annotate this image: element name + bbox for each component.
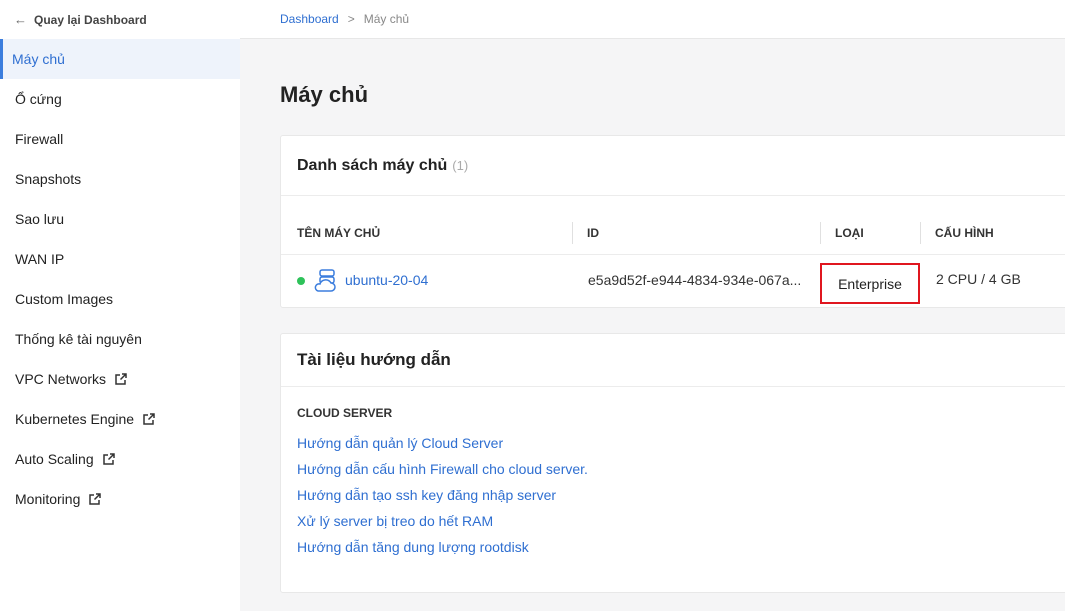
column-header-config[interactable]: CẤU HÌNH xyxy=(935,226,994,240)
column-divider xyxy=(572,222,573,244)
sidebar-item-label: Máy chủ xyxy=(12,51,65,67)
sidebar-item-servers[interactable]: Máy chủ xyxy=(0,39,240,79)
sidebar-item-label: Monitoring xyxy=(15,491,81,507)
external-link-icon xyxy=(115,373,127,385)
external-link-icon xyxy=(89,493,102,505)
sidebar-item-label: Firewall xyxy=(15,131,64,147)
sidebar-item-label: VPC Networks xyxy=(15,371,107,387)
external-link-icon xyxy=(143,413,155,425)
back-to-dashboard-link[interactable]: ← Quay lại Dashboard xyxy=(0,0,240,39)
sidebar-item-backups[interactable]: Sao lưu xyxy=(0,199,240,239)
breadcrumb-dashboard-link[interactable]: Dashboard xyxy=(280,12,339,26)
breadcrumb: Dashboard > Máy chủ xyxy=(240,0,1065,39)
sidebar-item-label: WAN IP xyxy=(15,251,65,267)
sidebar-item-label: Custom Images xyxy=(15,291,114,307)
docs-body: CLOUD SERVER Hướng dẫn quản lý Cloud Ser… xyxy=(281,387,1065,560)
sidebar-item-snapshots[interactable]: Snapshots xyxy=(0,159,240,199)
sidebar-item-monitoring[interactable]: Monitoring xyxy=(0,479,240,519)
docs-title: Tài liệu hướng dẫn xyxy=(281,334,1065,387)
server-count-badge: (1) xyxy=(452,158,469,173)
page-title: Máy chủ xyxy=(280,82,369,107)
sidebar-item-resource-stats[interactable]: Thống kê tài nguyên xyxy=(0,319,240,359)
cloud-server-icon xyxy=(314,269,336,292)
table-header: TÊN MÁY CHỦ ID LOẠI CẤU HÌNH xyxy=(281,196,1065,255)
breadcrumb-separator: > xyxy=(347,12,355,26)
arrow-left-icon: ← xyxy=(14,12,27,27)
sidebar-item-label: Sao lưu xyxy=(15,211,65,227)
sidebar-item-vpc-networks[interactable]: VPC Networks xyxy=(0,359,240,399)
back-link-label: Quay lại Dashboard xyxy=(34,12,147,27)
sidebar-item-custom-images[interactable]: Custom Images xyxy=(0,279,240,319)
column-header-type[interactable]: LOẠI xyxy=(835,226,864,240)
docs-section-heading: CLOUD SERVER xyxy=(297,406,393,420)
sidebar: ← Quay lại Dashboard Máy chủ Ổ cứng Fire… xyxy=(0,0,240,611)
sidebar-item-disks[interactable]: Ổ cứng xyxy=(0,79,240,119)
sidebar-item-kubernetes-engine[interactable]: Kubernetes Engine xyxy=(0,399,240,439)
server-config: 2 CPU / 4 GB xyxy=(936,271,1021,287)
sidebar-item-label: Snapshots xyxy=(15,171,82,187)
doc-link-firewall-config[interactable]: Hướng dẫn cấu hình Firewall cho cloud se… xyxy=(297,456,1063,482)
table-row[interactable]: ubuntu-20-04 e5a9d52f-e944-4834-934e-067… xyxy=(281,255,1065,307)
sidebar-item-label: Ổ cứng xyxy=(15,91,62,107)
doc-link-manage-cloud-server[interactable]: Hướng dẫn quản lý Cloud Server xyxy=(297,430,1063,456)
status-running-dot xyxy=(297,277,305,285)
server-list-header: Danh sách máy chủ (1) xyxy=(281,136,1065,196)
sidebar-item-label: Thống kê tài nguyên xyxy=(15,331,142,347)
doc-link-expand-rootdisk[interactable]: Hướng dẫn tăng dung lượng rootdisk xyxy=(297,534,1063,560)
external-link-icon xyxy=(102,453,115,465)
docs-card: Tài liệu hướng dẫn CLOUD SERVER Hướng dẫ… xyxy=(280,333,1065,593)
sidebar-item-wan-ip[interactable]: WAN IP xyxy=(0,239,240,279)
sidebar-item-auto-scaling[interactable]: Auto Scaling xyxy=(0,439,240,479)
sidebar-item-label: Auto Scaling xyxy=(15,451,94,467)
server-type: Enterprise xyxy=(838,275,902,292)
sidebar-item-label: Kubernetes Engine xyxy=(15,411,135,427)
server-list-title: Danh sách máy chủ xyxy=(297,156,448,174)
server-list-card: Danh sách máy chủ (1) TÊN MÁY CHỦ ID LOẠ… xyxy=(280,135,1065,308)
server-name-link[interactable]: ubuntu-20-04 xyxy=(345,272,428,288)
breadcrumb-current: Máy chủ xyxy=(363,12,410,26)
sidebar-item-firewall[interactable]: Firewall xyxy=(0,119,240,159)
server-type-cell: Enterprise xyxy=(820,263,920,304)
doc-link-ssh-key[interactable]: Hướng dẫn tạo ssh key đăng nhập server xyxy=(297,482,1063,508)
sidebar-nav: Máy chủ Ổ cứng Firewall Snapshots Sao lư… xyxy=(0,39,240,519)
server-id: e5a9d52f-e944-4834-934e-067a... xyxy=(588,272,802,288)
column-header-id[interactable]: ID xyxy=(587,226,599,240)
column-divider xyxy=(820,222,821,244)
column-divider xyxy=(920,222,921,244)
column-header-name[interactable]: TÊN MÁY CHỦ xyxy=(297,226,380,240)
doc-link-out-of-ram[interactable]: Xử lý server bị treo do hết RAM xyxy=(297,508,1063,534)
